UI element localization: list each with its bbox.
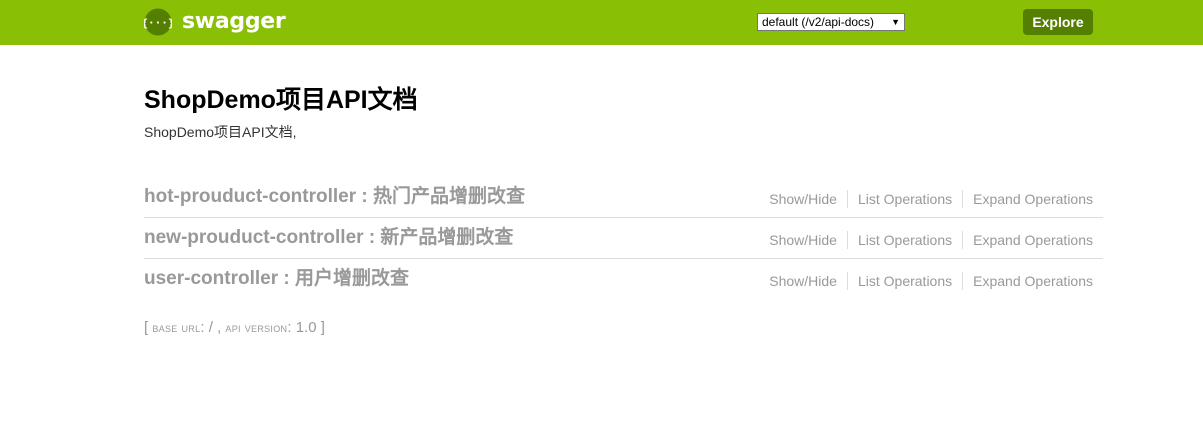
resource-title-link[interactable]: user-controller : 用户增删改查 [144, 267, 409, 291]
api-version-value: 1.0 [295, 319, 317, 336]
api-version-label: api version [225, 320, 288, 335]
resource-ops: Show/Hide List Operations Expand Operati… [759, 272, 1093, 290]
resource-new-prouduct-controller: new-prouduct-controller : 新产品增删改查 Show/H… [144, 218, 1103, 259]
show-hide-link[interactable]: Show/Hide [759, 231, 847, 249]
resource-title-link[interactable]: hot-prouduct-controller : 热门产品增删改查 [144, 185, 525, 209]
expand-operations-link[interactable]: Expand Operations [962, 190, 1093, 208]
base-url-label: base url [152, 320, 201, 335]
show-hide-link[interactable]: Show/Hide [759, 272, 847, 290]
expand-operations-link[interactable]: Expand Operations [962, 231, 1093, 249]
api-title: ShopDemo项目API文档 [144, 86, 418, 114]
svg-text:{···}: {···} [144, 17, 172, 30]
list-operations-link[interactable]: List Operations [846, 272, 962, 290]
dropdown-caret-icon: ▼ [891, 17, 900, 27]
footer-open-bracket: [ [144, 319, 149, 336]
top-header-bar: {···} swagger default (/v2/api-docs) ▼ E… [0, 0, 1203, 45]
api-footer-info: [ base url: / , api version: 1.0 ] [144, 319, 325, 336]
list-operations-link[interactable]: List Operations [846, 231, 962, 249]
show-hide-link[interactable]: Show/Hide [759, 190, 847, 208]
footer-separator: , [217, 319, 222, 336]
resource-ops: Show/Hide List Operations Expand Operati… [759, 190, 1093, 208]
api-spec-select-value: default (/v2/api-docs) [762, 15, 875, 29]
base-url-value: / [208, 319, 213, 336]
resources-list: hot-prouduct-controller : 热门产品增删改查 Show/… [144, 177, 1103, 299]
resource-title-link[interactable]: new-prouduct-controller : 新产品增删改查 [144, 226, 513, 250]
api-spec-select[interactable]: default (/v2/api-docs) ▼ [757, 13, 905, 31]
resource-user-controller: user-controller : 用户增删改查 Show/Hide List … [144, 259, 1103, 299]
footer-close-bracket: ] [320, 319, 325, 336]
expand-operations-link[interactable]: Expand Operations [962, 272, 1093, 290]
resource-hot-prouduct-controller: hot-prouduct-controller : 热门产品增删改查 Show/… [144, 177, 1103, 218]
resource-ops: Show/Hide List Operations Expand Operati… [759, 231, 1093, 249]
swagger-logo[interactable]: {···} swagger [144, 8, 286, 36]
swagger-braces-icon: {···} [144, 8, 172, 36]
list-operations-link[interactable]: List Operations [846, 190, 962, 208]
explore-button[interactable]: Explore [1023, 9, 1093, 35]
logo-text: swagger [182, 9, 286, 34]
api-description: ShopDemo项目API文档, [144, 124, 297, 140]
